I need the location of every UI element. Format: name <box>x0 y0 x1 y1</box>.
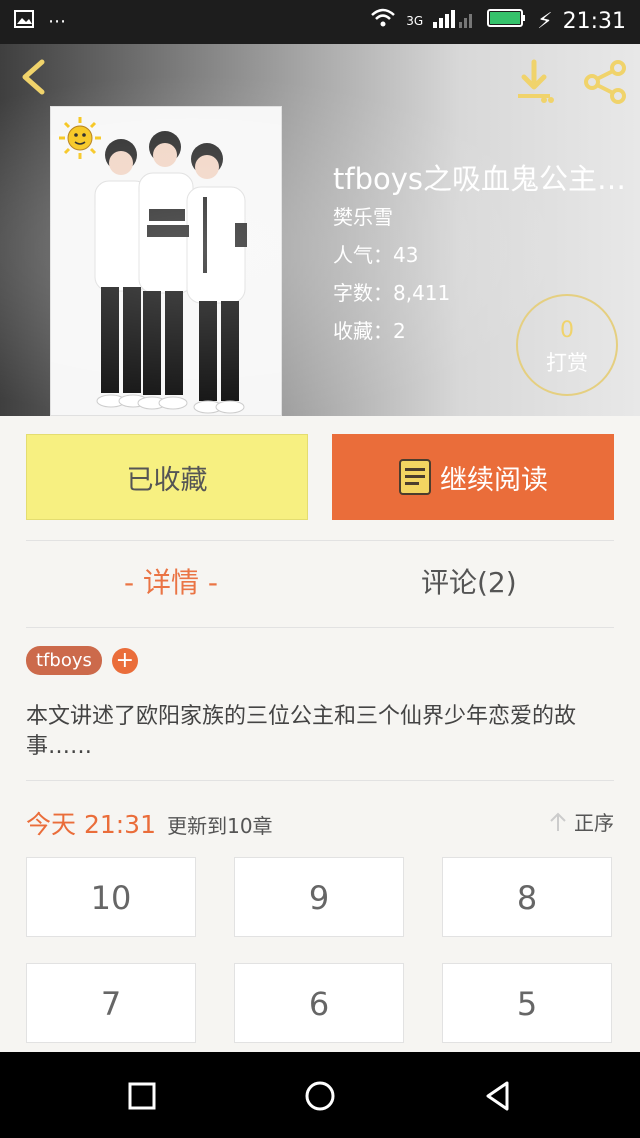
cover-people-illustration <box>94 131 247 414</box>
square-icon <box>128 1082 156 1110</box>
charging-icon: ⚡ <box>537 8 553 34</box>
tag-list: tfboys + <box>26 646 138 675</box>
tag-item[interactable]: tfboys <box>26 646 102 675</box>
book-description: 本文讲述了欧阳家族的三位公主和三个仙界少年恋爱的故事…… <box>26 704 577 759</box>
chapter-button[interactable]: 5 <box>442 963 612 1043</box>
back-button[interactable] <box>14 56 56 98</box>
sort-label: 正序 <box>574 811 614 835</box>
wifi-icon <box>370 8 396 34</box>
signal-icon <box>433 8 477 34</box>
download-icon <box>518 59 554 103</box>
back-icon <box>22 59 45 95</box>
update-text: 更新到10章 <box>167 814 273 838</box>
recent-apps-button[interactable] <box>120 1074 164 1118</box>
book-info: tfboys之吸血鬼公主… 樊乐雪 人气：43 字数：8,411 收藏：2 <box>333 160 633 350</box>
reward-count: 0 <box>560 318 574 343</box>
book-actions: 已收藏 继续阅读 <box>26 434 614 520</box>
network-label: 3G <box>406 14 424 28</box>
word-count-stat: 字数：8,411 <box>333 281 451 305</box>
tab-comments[interactable]: 评论(2) <box>421 561 517 601</box>
chapter-button[interactable]: 10 <box>26 857 196 937</box>
home-button[interactable] <box>298 1074 342 1118</box>
sun-sticker <box>59 117 101 159</box>
chapter-button[interactable]: 6 <box>234 963 404 1043</box>
chapter-button[interactable]: 9 <box>234 857 404 937</box>
description-divider <box>26 780 614 781</box>
triangle-back-icon <box>486 1081 509 1111</box>
update-time: 今天 21:31 <box>26 810 156 839</box>
more-icon: ⋯ <box>48 11 66 32</box>
battery-icon <box>487 8 527 34</box>
tabs: - 详情 - 评论(2) <box>0 541 640 627</box>
favorited-label: 已收藏 <box>126 464 208 496</box>
favorited-button[interactable]: 已收藏 <box>26 434 308 520</box>
chapter-button[interactable]: 8 <box>442 857 612 937</box>
sort-button[interactable]: 正序 <box>548 807 614 836</box>
continue-reading-label: 继续阅读 <box>440 464 548 496</box>
reward-label: 打赏 <box>546 351 588 375</box>
back-nav-button[interactable] <box>476 1074 520 1118</box>
book-header: tfboys之吸血鬼公主… 樊乐雪 人气：43 字数：8,411 收藏：2 0 … <box>0 44 640 416</box>
tab-details[interactable]: - 详情 - <box>124 561 218 601</box>
image-icon <box>14 10 34 33</box>
android-navigation-bar <box>0 1052 640 1138</box>
tabs-divider <box>26 627 614 628</box>
download-button[interactable] <box>508 56 560 108</box>
favorites-stat: 收藏：2 <box>333 319 406 343</box>
update-info: 今天 21:31 更新到10章 正序 <box>26 805 614 839</box>
status-time: 21:31 <box>562 8 626 34</box>
book-cover[interactable] <box>50 106 282 416</box>
popularity-stat: 人气：43 <box>333 243 419 267</box>
up-arrow-icon <box>550 812 566 831</box>
add-tag-button[interactable]: + <box>111 647 138 674</box>
book-author[interactable]: 樊乐雪 <box>333 198 633 236</box>
book-title: tfboys之吸血鬼公主… <box>333 162 627 196</box>
share-icon <box>584 60 626 104</box>
continue-reading-button[interactable]: 继续阅读 <box>332 434 614 520</box>
book-icon <box>399 459 431 495</box>
chapter-button[interactable]: 7 <box>26 963 196 1043</box>
status-bar: ⋯ 3G ⚡ 21:31 <box>0 0 640 44</box>
reward-button[interactable]: 0 打赏 <box>516 294 618 396</box>
share-button[interactable] <box>580 56 632 108</box>
circle-icon <box>305 1081 335 1111</box>
